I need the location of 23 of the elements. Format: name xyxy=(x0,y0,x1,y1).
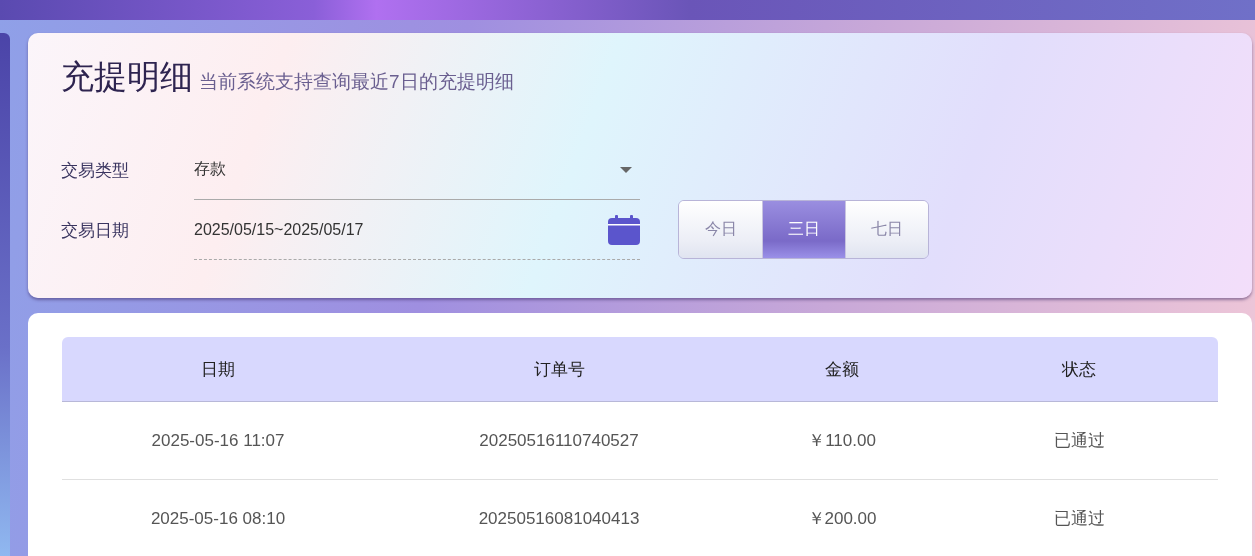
caret-icon xyxy=(620,166,632,173)
table-cell: 20250516110740527 xyxy=(374,402,744,480)
table-cell: 已通过 xyxy=(940,402,1218,480)
table-cell: 已通过 xyxy=(940,480,1218,556)
calendar-icon xyxy=(608,214,640,245)
range-tab[interactable]: 七日 xyxy=(845,201,928,258)
column-header: 状态 xyxy=(940,337,1218,402)
table-cell: ￥200.00 xyxy=(744,480,940,556)
range-tab[interactable]: 今日 xyxy=(679,201,762,258)
field-label: 交易日期 xyxy=(61,219,130,242)
field-label: 交易类型 xyxy=(61,159,130,182)
page-subtitle: 当前系统支持查询最近7日的充提明细 xyxy=(199,70,514,94)
type-dropdown[interactable]: 存款 xyxy=(194,140,640,200)
table-cell: 20250516081040413 xyxy=(374,480,744,556)
page-title: 充提明细 xyxy=(61,57,193,97)
date-range-field[interactable]: 2025/05/15~2025/05/17 xyxy=(194,200,640,260)
column-header: 金额 xyxy=(744,337,940,402)
table-cell: 2025-05-16 11:07 xyxy=(62,402,374,480)
range-tab[interactable]: 三日 xyxy=(762,201,845,258)
table-cell: 2025-05-16 08:10 xyxy=(62,480,374,556)
table-cell: ￥110.00 xyxy=(744,402,940,480)
column-header: 日期 xyxy=(62,337,374,402)
column-header: 订单号 xyxy=(374,337,744,402)
